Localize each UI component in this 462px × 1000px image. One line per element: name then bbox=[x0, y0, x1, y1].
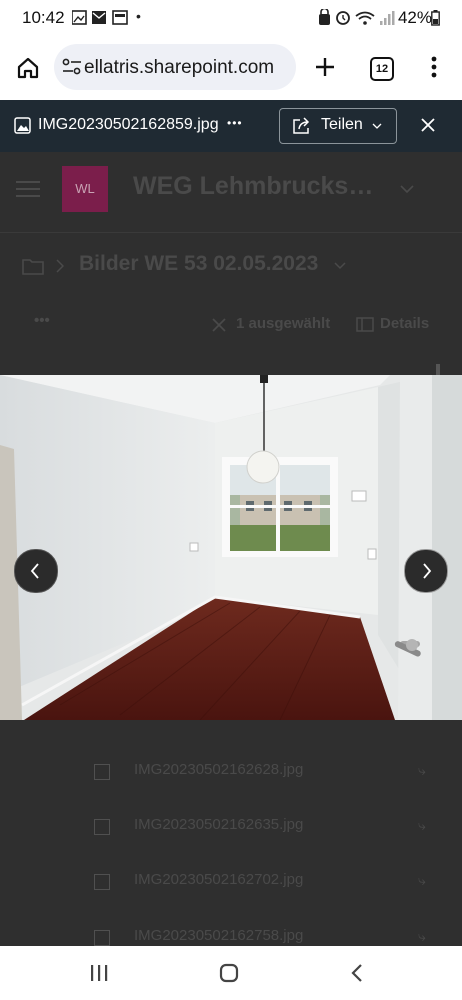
share-button[interactable]: Teilen bbox=[279, 108, 397, 144]
home-button-icon[interactable] bbox=[219, 963, 239, 983]
divider bbox=[0, 232, 462, 233]
site-title[interactable]: WEG Lehmbrucks… bbox=[133, 172, 373, 201]
row-share-icon[interactable]: ⤷ bbox=[418, 928, 426, 945]
chevron-down-icon[interactable] bbox=[400, 184, 414, 194]
selection-count: 1 ausgewählt bbox=[236, 315, 331, 332]
viewer-filename: IMG20230502162859.jpg bbox=[38, 116, 219, 133]
site-title-clip: WEG Lehmbrucks… bbox=[133, 152, 403, 222]
room-photo bbox=[0, 375, 462, 720]
chevron-down-icon bbox=[372, 123, 382, 129]
clear-selection-icon[interactable] bbox=[212, 318, 226, 332]
breadcrumb-current-folder[interactable]: Bilder WE 53 02.05.2023 bbox=[79, 252, 318, 276]
file-row-name[interactable]: IMG20230502162628.jpg bbox=[134, 761, 303, 778]
previous-image-button[interactable] bbox=[14, 549, 58, 593]
url-text[interactable]: ellatris.sharepoint.com bbox=[84, 57, 274, 79]
system-navigation-bar bbox=[0, 946, 462, 1000]
image-file-icon bbox=[94, 819, 110, 835]
address-bar[interactable]: ellatris.sharepoint.com bbox=[54, 44, 296, 90]
chevron-down-icon[interactable] bbox=[334, 262, 346, 270]
share-icon bbox=[293, 117, 310, 134]
file-row-name[interactable]: IMG20230502162702.jpg bbox=[134, 871, 303, 888]
back-icon[interactable] bbox=[350, 963, 364, 983]
image-file-icon bbox=[14, 117, 31, 134]
details-pane-icon[interactable] bbox=[356, 317, 374, 332]
hamburger-icon[interactable] bbox=[16, 180, 40, 198]
row-share-icon[interactable]: ⤷ bbox=[418, 817, 426, 834]
chevron-left-icon bbox=[30, 563, 39, 579]
row-share-icon[interactable]: ⤷ bbox=[418, 762, 426, 779]
share-label: Teilen bbox=[321, 116, 363, 133]
site-logo: WL bbox=[62, 166, 108, 212]
battery-icon bbox=[431, 10, 440, 26]
site-settings-icon[interactable] bbox=[62, 58, 82, 76]
photo-preview bbox=[0, 375, 462, 720]
file-row-name[interactable]: IMG20230502162635.jpg bbox=[134, 816, 303, 833]
recent-apps-icon[interactable] bbox=[90, 964, 108, 982]
details-button[interactable]: Details bbox=[380, 315, 429, 332]
next-image-button[interactable] bbox=[404, 549, 448, 593]
chevron-right-icon bbox=[423, 563, 432, 579]
image-viewer-header: IMG20230502162859.jpg ••• Teilen bbox=[0, 100, 462, 152]
home-icon[interactable] bbox=[16, 56, 40, 80]
folder-icon[interactable] bbox=[22, 257, 44, 275]
tab-switcher-button[interactable]: 12 bbox=[370, 57, 394, 81]
notification-icons bbox=[72, 10, 128, 25]
image-file-icon bbox=[94, 764, 110, 780]
browser-toolbar: ellatris.sharepoint.com 12 bbox=[0, 36, 462, 100]
commands-more-button[interactable]: ••• bbox=[34, 312, 50, 329]
viewer-more-button[interactable]: ••• bbox=[227, 116, 243, 130]
close-icon[interactable] bbox=[420, 117, 436, 133]
image-file-icon bbox=[94, 874, 110, 890]
row-share-icon[interactable]: ⤷ bbox=[418, 872, 426, 889]
battery-percent: 42% bbox=[397, 8, 432, 27]
menu-icon[interactable] bbox=[430, 56, 438, 78]
chevron-right-icon bbox=[56, 259, 64, 273]
url-clip: ellatris.sharepoint.com bbox=[84, 44, 290, 90]
file-row-name[interactable]: IMG20230502162758.jpg bbox=[134, 927, 303, 944]
clock: 10:42 bbox=[22, 8, 65, 27]
status-bar: 10:42 • 42% bbox=[0, 0, 462, 36]
more-notifications-dot: • bbox=[136, 8, 141, 24]
new-tab-icon[interactable] bbox=[314, 56, 336, 78]
system-icons bbox=[319, 9, 395, 25]
image-file-icon bbox=[94, 930, 110, 946]
